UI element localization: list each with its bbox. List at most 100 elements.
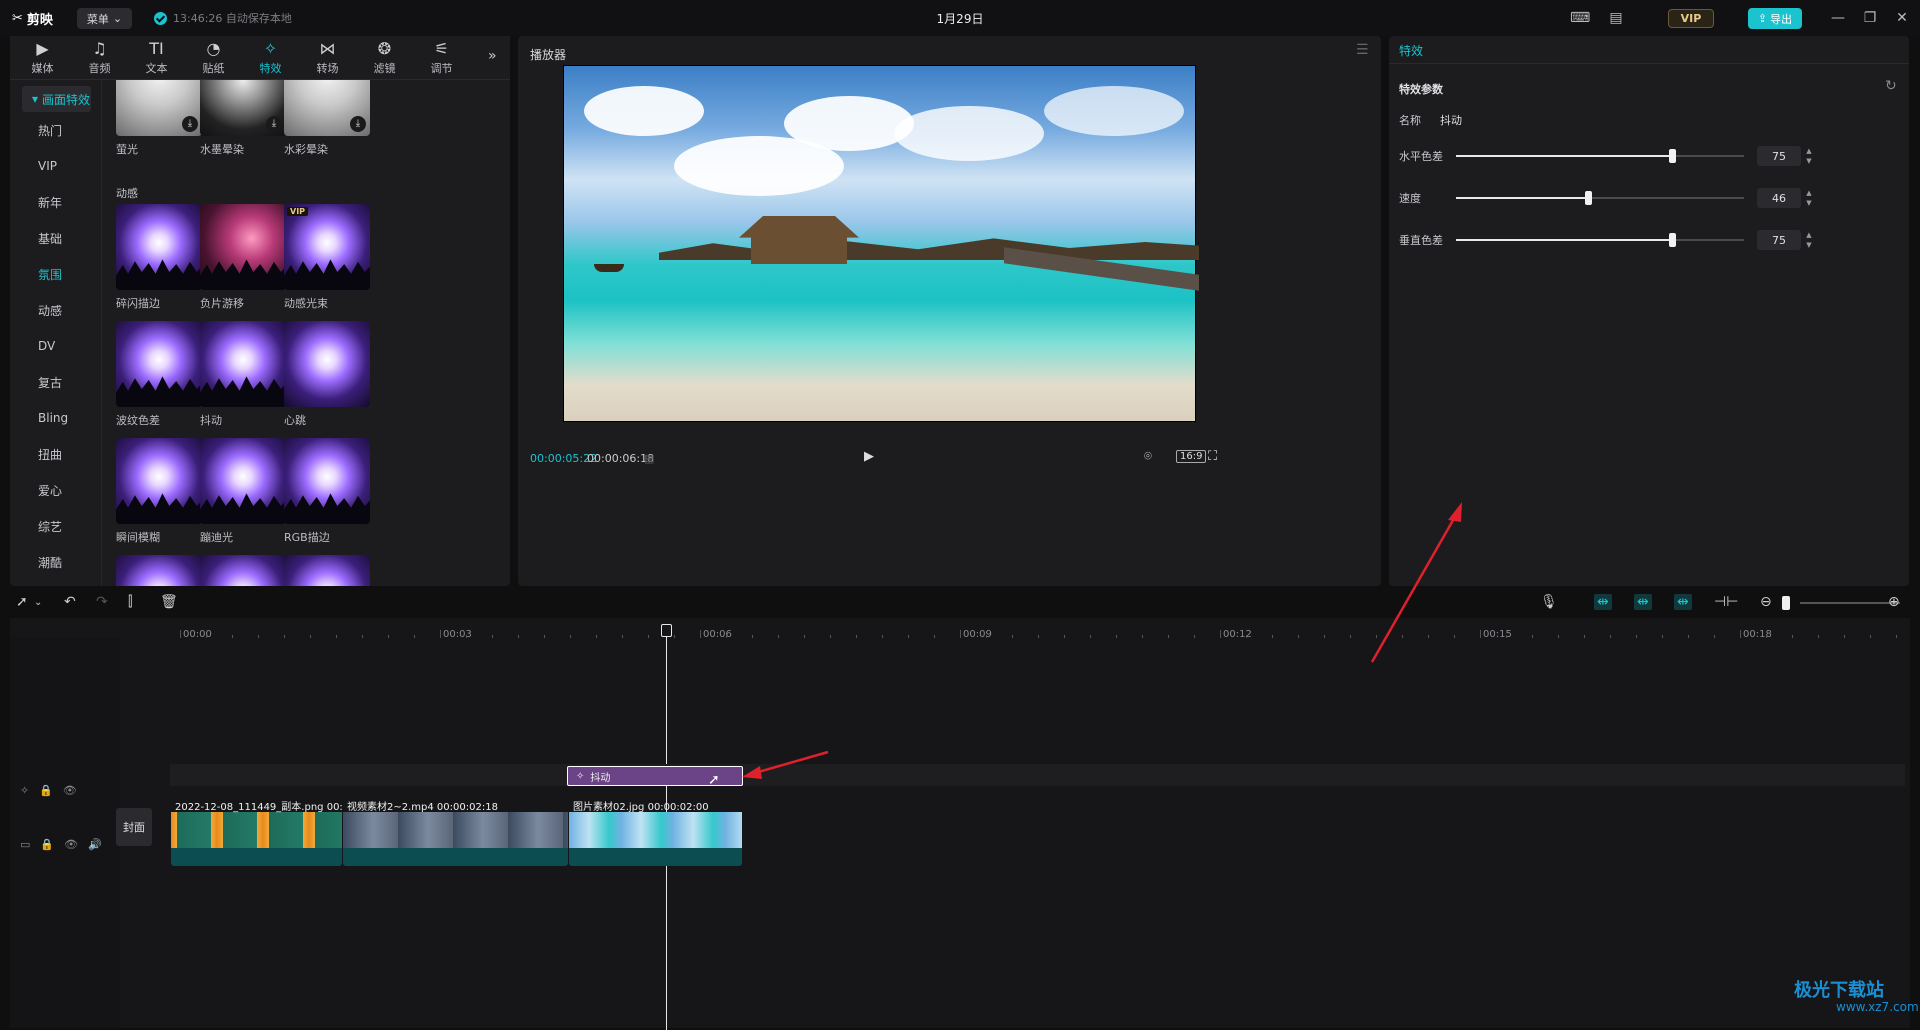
- slider-knob[interactable]: [1585, 191, 1593, 205]
- redo-icon[interactable]: ↷: [96, 594, 108, 610]
- more-tabs-icon[interactable]: »: [488, 48, 497, 64]
- effect-item[interactable]: 抖动: [200, 321, 286, 428]
- menu-icon[interactable]: ☰: [1356, 42, 1369, 58]
- tab-sticker[interactable]: ◔ 贴纸: [185, 36, 242, 80]
- effect-icon: ✧: [576, 770, 585, 782]
- effect-thumbnail[interactable]: [116, 555, 202, 586]
- param-stepper[interactable]: ▲ ▼: [1803, 230, 1815, 250]
- ruler-minor-tick: [934, 635, 935, 638]
- play-icon[interactable]: ▶: [864, 449, 874, 464]
- param-slider[interactable]: [1456, 191, 1744, 205]
- slider-knob[interactable]: [1669, 149, 1676, 163]
- undo-icon[interactable]: ↶: [64, 594, 76, 610]
- preview-axis-icon[interactable]: ⊣⊢: [1714, 594, 1738, 610]
- chevron-down-icon[interactable]: ⌄: [34, 597, 42, 608]
- video-clip[interactable]: 视频素材2~2.mp4 00:00:02:18: [343, 796, 568, 866]
- category-item[interactable]: DV: [10, 328, 101, 364]
- zoom-out-icon[interactable]: ⊖: [1760, 594, 1772, 610]
- keyboard-icon[interactable]: ⌨: [1570, 8, 1590, 28]
- zoom-slider[interactable]: [1782, 596, 1900, 610]
- playhead-handle[interactable]: [661, 624, 672, 637]
- category-item[interactable]: VIP: [10, 148, 101, 184]
- lock-icon[interactable]: 🔒: [39, 784, 53, 797]
- param-value-input[interactable]: 46: [1757, 188, 1801, 208]
- select-tool-icon[interactable]: ➚: [16, 594, 28, 610]
- linkage-icon[interactable]: ⇹: [1674, 594, 1692, 610]
- effect-item[interactable]: ⤓ 水彩晕染: [284, 80, 370, 157]
- snapshot-icon[interactable]: ⌾: [1144, 449, 1152, 464]
- effect-item[interactable]: ⤓ 萤光: [116, 80, 202, 157]
- eye-icon[interactable]: 👁: [64, 838, 78, 851]
- effect-thumbnail[interactable]: [200, 555, 286, 586]
- lock-icon[interactable]: 🔒: [40, 838, 54, 851]
- param-stepper[interactable]: ▲ ▼: [1803, 146, 1815, 166]
- tab-filter[interactable]: ❂ 滤镜: [356, 36, 413, 80]
- restore-icon[interactable]: ❐: [1860, 8, 1880, 28]
- zoom-in-icon[interactable]: ⊕: [1888, 594, 1900, 610]
- category-item[interactable]: 热门: [10, 112, 101, 148]
- tab-adjust[interactable]: ⚟ 调节: [413, 36, 470, 80]
- effect-item[interactable]: 瞬间模糊: [116, 438, 202, 545]
- effect-label: 波纹色差: [116, 414, 160, 427]
- effect-item[interactable]: 负片游移: [200, 204, 286, 311]
- tab-transition[interactable]: ⋈ 转场: [299, 36, 356, 80]
- video-clip[interactable]: 2022-12-08_111449_副本.png 00:0: [171, 796, 342, 866]
- tab-text[interactable]: TI 文本: [128, 36, 185, 80]
- image-clip[interactable]: 图片素材02.jpg 00:00:02:00: [569, 796, 742, 866]
- slider-knob[interactable]: [1669, 233, 1676, 247]
- speaker-icon[interactable]: 🔊: [88, 838, 102, 851]
- fullscreen-icon[interactable]: ⛶: [1208, 449, 1217, 464]
- download-icon[interactable]: ⤓: [182, 116, 198, 132]
- layout-icon[interactable]: ▤: [1606, 8, 1626, 28]
- split-icon[interactable]: ⫿: [128, 594, 132, 610]
- tab-audio[interactable]: ♫ 音频: [71, 36, 128, 80]
- effect-item[interactable]: RGB描边: [284, 438, 370, 545]
- category-item[interactable]: 新年: [10, 184, 101, 220]
- time-ruler[interactable]: 00:00 00:03 00:06 00:09 00:12 00:15 00:18: [10, 618, 1910, 640]
- effect-item[interactable]: ⤓ 水墨晕染: [200, 80, 286, 157]
- panel-tab-effect[interactable]: 特效: [1399, 42, 1423, 59]
- param-value-input[interactable]: 75: [1757, 146, 1801, 166]
- category-item[interactable]: 综艺: [10, 508, 101, 544]
- timecode-grid-icon[interactable]: ▦: [644, 452, 654, 465]
- category-item[interactable]: 动感: [10, 292, 101, 328]
- minimize-icon[interactable]: —: [1828, 8, 1848, 28]
- category-item[interactable]: 潮酷: [10, 544, 101, 580]
- param-stepper[interactable]: ▲ ▼: [1803, 188, 1815, 208]
- reset-icon[interactable]: ↻: [1885, 78, 1897, 94]
- effect-thumbnail[interactable]: [284, 555, 370, 586]
- category-item[interactable]: Bling: [10, 400, 101, 436]
- eye-icon[interactable]: 👁: [63, 784, 77, 797]
- category-item[interactable]: 氛围: [10, 256, 101, 292]
- tab-media[interactable]: ▶ 媒体: [14, 36, 71, 80]
- cover-button[interactable]: 封面: [116, 808, 152, 846]
- category-item[interactable]: 复古: [10, 364, 101, 400]
- param-value-input[interactable]: 75: [1757, 230, 1801, 250]
- effect-item[interactable]: 碎闪描边: [116, 204, 202, 311]
- export-button[interactable]: ⇪ 导出: [1748, 8, 1802, 29]
- category-item[interactable]: 爱心: [10, 472, 101, 508]
- close-icon[interactable]: ✕: [1892, 8, 1912, 28]
- category-item[interactable]: 基础: [10, 220, 101, 256]
- effect-item[interactable]: 心跳: [284, 321, 370, 428]
- delete-icon[interactable]: 🗑: [160, 594, 178, 610]
- param-slider[interactable]: [1456, 149, 1744, 163]
- video-preview[interactable]: [563, 65, 1199, 422]
- microphone-icon[interactable]: 🎙: [1540, 594, 1558, 610]
- download-icon[interactable]: ⤓: [350, 116, 366, 132]
- ruler-minor-tick: [232, 635, 233, 638]
- vip-badge[interactable]: VIP: [1668, 9, 1714, 28]
- download-icon[interactable]: ⤓: [266, 116, 282, 132]
- effect-item[interactable]: VIP 动感光束: [284, 204, 370, 311]
- main-track-magnet-icon[interactable]: ⇹: [1594, 594, 1612, 610]
- category-item[interactable]: 扭曲: [10, 436, 101, 472]
- param-slider[interactable]: [1456, 233, 1744, 247]
- auto-snap-icon[interactable]: ⇹: [1634, 594, 1652, 610]
- aspect-ratio-button[interactable]: 16:9: [1176, 450, 1207, 463]
- effect-item[interactable]: 波纹色差: [116, 321, 202, 428]
- tab-effects[interactable]: ✧ 特效: [242, 36, 299, 80]
- zoom-slider-knob[interactable]: [1782, 596, 1790, 610]
- category-header[interactable]: ▾ 画面特效: [22, 86, 91, 112]
- clip-thumbnails: [343, 812, 568, 848]
- effect-item[interactable]: 蹦迪光: [200, 438, 286, 545]
